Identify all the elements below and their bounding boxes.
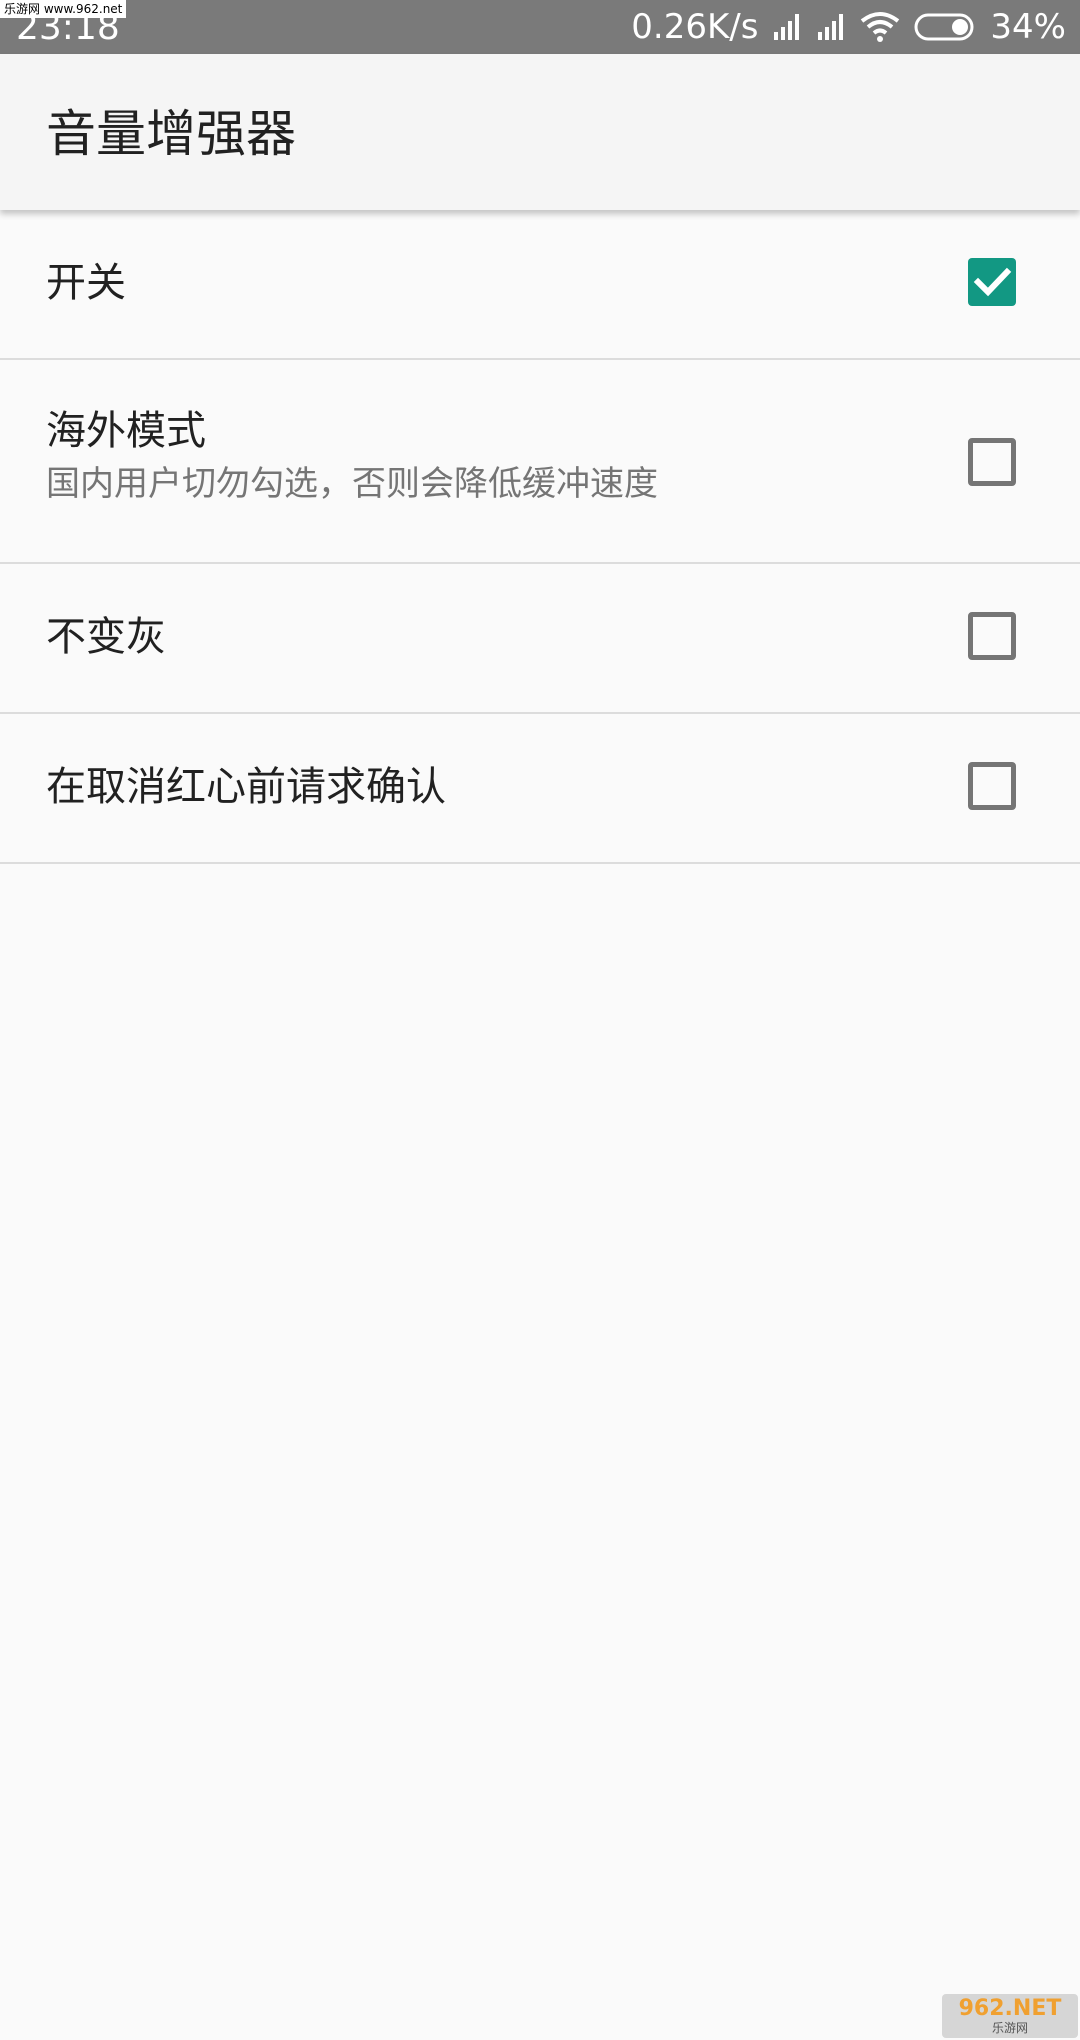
preference-list: 开关 海外模式 国内用户切勿勾选，否则会降低缓冲速度 不变灰 在取消红心前请求确… [0,210,1080,864]
pref-title: 开关 [46,260,126,306]
pref-item-no-gray[interactable]: 不变灰 [0,564,1080,714]
pref-checkbox-overseas-mode[interactable] [968,438,1016,486]
pref-summary: 国内用户切勿勾选，否则会降低缓冲速度 [46,464,658,504]
screen: 23:18 0.26K/s 34% 乐游网 www.962.net 音量增强器 … [0,0,1080,2040]
signal-bars-icon [818,14,844,40]
pref-checkbox-confirm-unlike[interactable] [968,762,1016,810]
battery-icon [914,13,974,41]
pref-item-overseas-mode[interactable]: 海外模式 国内用户切勿勾选，否则会降低缓冲速度 [0,360,1080,564]
watermark-logo: 962.NET 乐游网 [942,1994,1078,2038]
status-bar: 23:18 0.26K/s 34% 乐游网 www.962.net [0,0,1080,54]
battery-percent: 34% [990,7,1066,47]
pref-item-confirm-unlike[interactable]: 在取消红心前请求确认 [0,714,1080,864]
check-icon [973,267,1012,297]
pref-item-switch[interactable]: 开关 [0,210,1080,360]
wifi-icon [861,12,900,42]
page-title: 音量增强器 [46,105,296,163]
watermark-subtitle: 乐游网 [991,2021,1028,2035]
pref-title: 不变灰 [46,614,166,660]
status-icons: 0.26K/s 34% [631,0,1066,54]
watermark-top: 乐游网 www.962.net [0,0,127,18]
network-speed: 0.26K/s [631,7,759,47]
signal-bars-icon [774,14,800,40]
pref-title: 在取消红心前请求确认 [46,764,446,810]
pref-title: 海外模式 [46,408,206,454]
pref-checkbox-switch[interactable] [968,258,1016,306]
app-bar: 音量增强器 [0,54,1080,210]
watermark-brand: 962.NET [958,1996,1062,2021]
pref-checkbox-no-gray[interactable] [968,612,1016,660]
